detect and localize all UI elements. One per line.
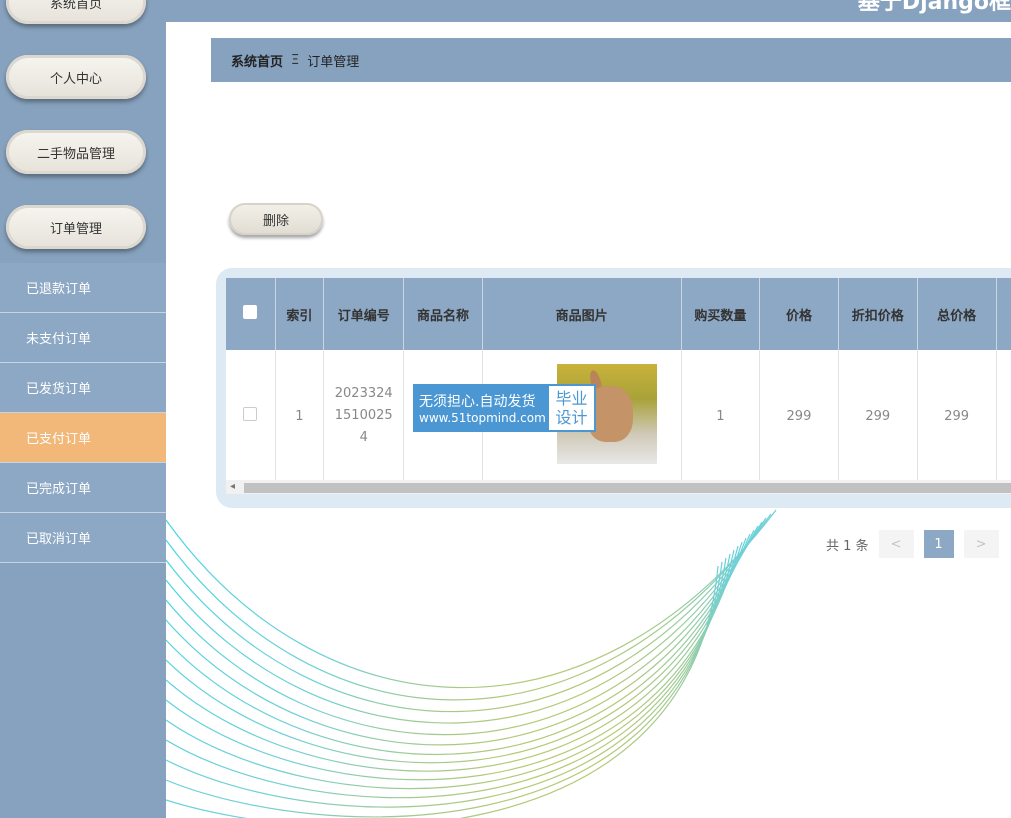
order-no-line: 4 (359, 430, 368, 445)
row-overflow (996, 350, 1011, 482)
row-discount-price: 299 (838, 350, 918, 482)
prev-page-button[interactable]: < (878, 530, 914, 558)
page-number-button[interactable]: 1 (923, 530, 954, 558)
order-table-container: 索引 订单编号 商品名称 商品图片 购买数量 价格 折扣价格 总价格 1 202… (216, 268, 1011, 508)
header-quantity: 购买数量 (681, 278, 761, 350)
sidebar: 系统首页 个人中心 二手物品管理 订单管理 已退款订单 未支付订单 已发货订单 … (0, 0, 166, 818)
top-header: 基于Django框 (166, 0, 1011, 22)
sidebar-item-cancelled-orders[interactable]: 已取消订单 (0, 513, 166, 563)
order-no-line: 2023324 (334, 386, 393, 401)
sidebar-item-refunded-orders[interactable]: 已退款订单 (0, 263, 166, 313)
pagination-total: 共 1 条 (826, 538, 869, 554)
table-header-row: 索引 订单编号 商品名称 商品图片 购买数量 价格 折扣价格 总价格 (226, 278, 1011, 350)
watermark-line1: 无须担心.自动发货 (419, 394, 536, 410)
sidebar-item-unpaid-orders[interactable]: 未支付订单 (0, 313, 166, 363)
menu-secondhand-goods-button[interactable]: 二手物品管理 (6, 130, 146, 174)
header-discount-price: 折扣价格 (838, 278, 918, 350)
menu-order-management-button[interactable]: 订单管理 (6, 205, 146, 249)
watermark-text-block: 无须担心.自动发货 www.51topmind.com (413, 384, 547, 432)
menu-home-button[interactable]: 系统首页 (6, 0, 146, 24)
breadcrumb-current: 订单管理 (307, 54, 360, 70)
order-table: 索引 订单编号 商品名称 商品图片 购买数量 价格 折扣价格 总价格 1 202… (226, 278, 1011, 482)
watermark-box-line2: 设计 (555, 408, 588, 427)
row-total-price: 299 (917, 350, 997, 482)
row-price: 299 (759, 350, 839, 482)
order-table-viewport: 索引 订单编号 商品名称 商品图片 购买数量 价格 折扣价格 总价格 1 202… (226, 278, 1011, 494)
row-checkbox[interactable] (243, 407, 258, 421)
table-row: 1 2023324 1510025 4 1 299 299 299 (226, 350, 1011, 482)
sidebar-item-completed-orders[interactable]: 已完成订单 (0, 463, 166, 513)
scrollbar-thumb[interactable] (244, 483, 1011, 493)
sidebar-item-paid-orders[interactable]: 已支付订单 (0, 413, 166, 463)
row-quantity: 1 (681, 350, 761, 482)
pagination: 共 1 条 < 1 > (826, 530, 999, 558)
breadcrumb-separator-icon: Ξ (291, 52, 300, 68)
header-goods-name: 商品名称 (403, 278, 483, 350)
watermark-box: 毕业 设计 (547, 384, 596, 432)
row-index: 1 (275, 350, 325, 482)
header-index: 索引 (275, 278, 325, 350)
order-no-text: 2023324 1510025 4 (324, 383, 403, 449)
menu-personal-center-button[interactable]: 个人中心 (6, 55, 146, 99)
next-page-button[interactable]: > (963, 530, 999, 558)
row-order-no: 2023324 1510025 4 (323, 350, 405, 482)
header-select-all[interactable] (226, 278, 276, 350)
order-submenu: 已退款订单 未支付订单 已发货订单 已支付订单 已完成订单 已取消订单 (0, 263, 166, 563)
delete-button[interactable]: 删除 (229, 203, 323, 235)
breadcrumb: 系统首页 Ξ 订单管理 (211, 38, 1011, 82)
breadcrumb-home[interactable]: 系统首页 (231, 51, 283, 70)
table-horizontal-scrollbar[interactable]: ◂ (226, 480, 1011, 494)
header-goods-image: 商品图片 (482, 278, 682, 350)
header-overflow (996, 278, 1011, 350)
sidebar-item-shipped-orders[interactable]: 已发货订单 (0, 363, 166, 413)
row-select-cell[interactable] (226, 350, 276, 482)
header-total-price: 总价格 (917, 278, 997, 350)
watermark-box-line1: 毕业 (555, 389, 588, 408)
header-price: 价格 (759, 278, 839, 350)
select-all-checkbox[interactable] (243, 305, 258, 319)
scroll-left-arrow-icon[interactable]: ◂ (230, 481, 235, 492)
order-no-line: 1510025 (334, 408, 393, 423)
header-order-no: 订单编号 (323, 278, 405, 350)
system-title: 基于Django框 (857, 0, 1011, 15)
watermark-line2: www.51topmind.com (419, 411, 546, 425)
watermark-badge: 无须担心.自动发货 www.51topmind.com 毕业 设计 (413, 384, 596, 432)
